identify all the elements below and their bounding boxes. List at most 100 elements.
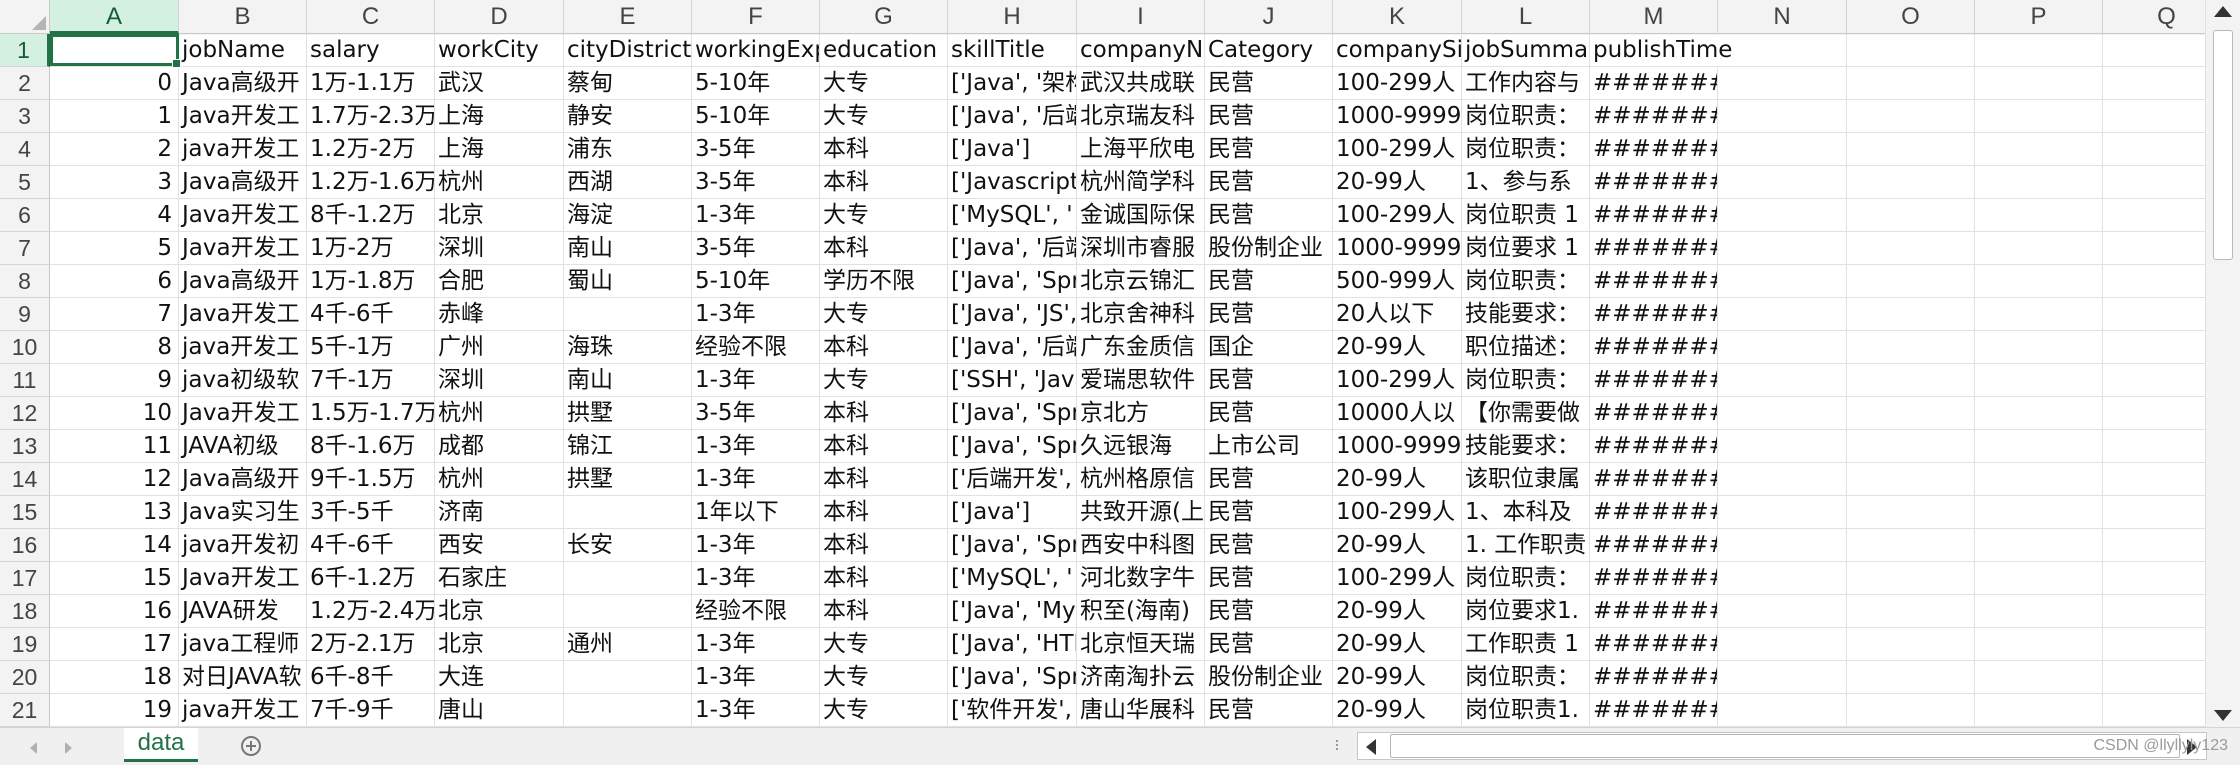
cell-a13[interactable]: 11: [50, 430, 179, 463]
cell-b18[interactable]: JAVA研发: [179, 595, 307, 628]
row-header-9[interactable]: 9: [0, 298, 50, 331]
cell-m19[interactable]: #######: [1590, 628, 1718, 661]
cell-m9[interactable]: #######: [1590, 298, 1718, 331]
column-header-f[interactable]: F: [692, 0, 820, 34]
cell-o13[interactable]: [1847, 430, 1975, 463]
cell-e9[interactable]: [564, 298, 692, 331]
cell-q7[interactable]: [2103, 232, 2205, 265]
cell-k12[interactable]: 10000人以: [1333, 397, 1462, 430]
cell-i2[interactable]: 武汉共成联: [1077, 67, 1205, 100]
cell-l10[interactable]: 职位描述：: [1462, 331, 1590, 364]
cell-f2[interactable]: 5-10年: [692, 67, 820, 100]
cell-a16[interactable]: 14: [50, 529, 179, 562]
cell-n7[interactable]: [1718, 232, 1847, 265]
cell-b13[interactable]: JAVA初级: [179, 430, 307, 463]
cell-d8[interactable]: 合肥: [435, 265, 564, 298]
cell-l12[interactable]: 【你需要做: [1462, 397, 1590, 430]
cell-l21[interactable]: 岗位职责1.: [1462, 694, 1590, 727]
cell-m2[interactable]: #######: [1590, 67, 1718, 100]
cell-n21[interactable]: [1718, 694, 1847, 727]
column-header-g[interactable]: G: [820, 0, 948, 34]
cell-h1[interactable]: skillTitle: [948, 34, 1077, 67]
cell-m4[interactable]: #######: [1590, 133, 1718, 166]
cell-n14[interactable]: [1718, 463, 1847, 496]
cell-m16[interactable]: #######: [1590, 529, 1718, 562]
cell-c7[interactable]: 1万-2万: [307, 232, 435, 265]
cell-e11[interactable]: 南山: [564, 364, 692, 397]
cell-h5[interactable]: ['Javascript: [948, 166, 1077, 199]
cell-f10[interactable]: 经验不限: [692, 331, 820, 364]
cell-b7[interactable]: Java开发工: [179, 232, 307, 265]
cell-j13[interactable]: 上市公司: [1205, 430, 1333, 463]
cell-d9[interactable]: 赤峰: [435, 298, 564, 331]
cell-p14[interactable]: [1975, 463, 2103, 496]
cell-q19[interactable]: [2103, 628, 2205, 661]
cell-l11[interactable]: 岗位职责：: [1462, 364, 1590, 397]
cell-e6[interactable]: 海淀: [564, 199, 692, 232]
cell-g4[interactable]: 本科: [820, 133, 948, 166]
cell-f12[interactable]: 3-5年: [692, 397, 820, 430]
cell-p16[interactable]: [1975, 529, 2103, 562]
cell-o20[interactable]: [1847, 661, 1975, 694]
column-header-q[interactable]: Q: [2103, 0, 2205, 34]
cell-l1[interactable]: jobSumma: [1462, 34, 1590, 67]
cell-j8[interactable]: 民营: [1205, 265, 1333, 298]
row-header-2[interactable]: 2: [0, 67, 50, 100]
cell-d2[interactable]: 武汉: [435, 67, 564, 100]
cell-o18[interactable]: [1847, 595, 1975, 628]
cell-o17[interactable]: [1847, 562, 1975, 595]
row-header-21[interactable]: 21: [0, 694, 50, 727]
cell-q3[interactable]: [2103, 100, 2205, 133]
cell-h9[interactable]: ['Java', 'JS',: [948, 298, 1077, 331]
cell-f18[interactable]: 经验不限: [692, 595, 820, 628]
cell-c10[interactable]: 5千-1万: [307, 331, 435, 364]
spreadsheet-grid[interactable]: ABCDEFGHIJKLMNOPQ 1 jobName salary workCity…: [0, 0, 2205, 727]
cell-k15[interactable]: 100-299人: [1333, 496, 1462, 529]
cell-e14[interactable]: 拱墅: [564, 463, 692, 496]
cell-q15[interactable]: [2103, 496, 2205, 529]
cell-k13[interactable]: 1000-9999: [1333, 430, 1462, 463]
cell-e7[interactable]: 南山: [564, 232, 692, 265]
column-header-h[interactable]: H: [948, 0, 1077, 34]
cell-o15[interactable]: [1847, 496, 1975, 529]
cell-p3[interactable]: [1975, 100, 2103, 133]
cell-g12[interactable]: 本科: [820, 397, 948, 430]
cell-e16[interactable]: 长安: [564, 529, 692, 562]
row-header-16[interactable]: 16: [0, 529, 50, 562]
cell-k18[interactable]: 20-99人: [1333, 595, 1462, 628]
column-header-l[interactable]: L: [1462, 0, 1590, 34]
cell-i15[interactable]: 共致开源(上: [1077, 496, 1205, 529]
cell-e21[interactable]: [564, 694, 692, 727]
cell-p13[interactable]: [1975, 430, 2103, 463]
cell-m5[interactable]: #######: [1590, 166, 1718, 199]
cell-q20[interactable]: [2103, 661, 2205, 694]
cell-h2[interactable]: ['Java', '架构: [948, 67, 1077, 100]
cell-c8[interactable]: 1万-1.8万: [307, 265, 435, 298]
cell-m18[interactable]: #######: [1590, 595, 1718, 628]
cell-m8[interactable]: #######: [1590, 265, 1718, 298]
cell-e3[interactable]: 静安: [564, 100, 692, 133]
cell-l19[interactable]: 工作职责 1: [1462, 628, 1590, 661]
row-header-14[interactable]: 14: [0, 463, 50, 496]
cell-k11[interactable]: 100-299人: [1333, 364, 1462, 397]
cell-h7[interactable]: ['Java', '后端: [948, 232, 1077, 265]
cell-k21[interactable]: 20-99人: [1333, 694, 1462, 727]
cell-d12[interactable]: 杭州: [435, 397, 564, 430]
column-header-m[interactable]: M: [1590, 0, 1718, 34]
cell-b2[interactable]: Java高级开: [179, 67, 307, 100]
vertical-scrollbar[interactable]: [2205, 0, 2240, 727]
cell-i17[interactable]: 河北数字牛: [1077, 562, 1205, 595]
cell-q17[interactable]: [2103, 562, 2205, 595]
cell-q13[interactable]: [2103, 430, 2205, 463]
cell-m7[interactable]: #######: [1590, 232, 1718, 265]
cell-a8[interactable]: 6: [50, 265, 179, 298]
cell-j20[interactable]: 股份制企业: [1205, 661, 1333, 694]
cell-b9[interactable]: Java开发工: [179, 298, 307, 331]
tab-splitter-handle[interactable]: [1335, 738, 1339, 756]
cell-c3[interactable]: 1.7万-2.3万: [307, 100, 435, 133]
cell-c17[interactable]: 6千-1.2万: [307, 562, 435, 595]
cell-k4[interactable]: 100-299人: [1333, 133, 1462, 166]
cell-j11[interactable]: 民营: [1205, 364, 1333, 397]
cell-l4[interactable]: 岗位职责：: [1462, 133, 1590, 166]
cell-p2[interactable]: [1975, 67, 2103, 100]
